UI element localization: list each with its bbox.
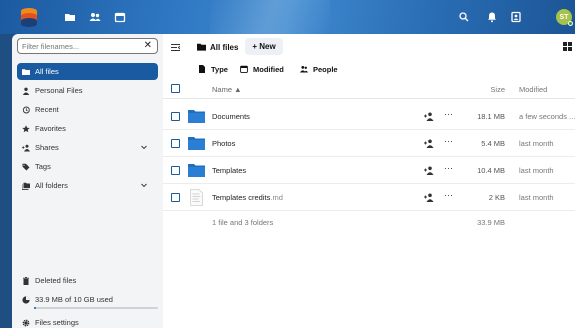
file-row[interactable]: Photos ··· 5.4 MB last month [163, 130, 575, 157]
file-name[interactable]: Documents [212, 112, 250, 121]
file-list-summary: 1 file and 3 folders 33.9 MB [212, 218, 505, 227]
history-icon [22, 106, 30, 113]
contacts-menu-icon[interactable] [510, 11, 522, 23]
row-checkbox[interactable] [171, 139, 180, 148]
share-icon [22, 144, 30, 151]
file-size: 10.4 MB [477, 166, 505, 175]
file-name[interactable]: Photos [212, 139, 235, 148]
file-size: 2 KB [488, 193, 505, 202]
calendar-app-icon[interactable] [114, 11, 126, 23]
sidebar-item-files-settings[interactable]: Files settings [17, 314, 158, 328]
trash-icon [23, 276, 29, 285]
sidebar-item-shares[interactable]: Shares [17, 139, 158, 156]
file-modified: last month [519, 139, 554, 148]
file-list-area: All files + New Type Modified People Nam… [163, 34, 575, 328]
file-row[interactable]: Documents ··· 18.1 MB a few seconds ... [163, 103, 575, 130]
column-name[interactable]: Name ▲ [212, 85, 242, 94]
people-icon [300, 66, 308, 73]
sidebar-item-deleted-files[interactable]: Deleted files [17, 272, 158, 289]
notifications-bell-icon[interactable] [486, 11, 498, 23]
file-modified: a few seconds ... [519, 112, 575, 121]
share-icon[interactable] [424, 193, 434, 202]
text-file-icon [190, 189, 203, 206]
sort-ascending-icon: ▲ [234, 85, 242, 94]
sidebar-item-all-files[interactable]: All files [17, 63, 158, 80]
row-checkbox[interactable] [171, 166, 180, 175]
filter-filenames-input[interactable] [22, 41, 140, 51]
storage-quota[interactable]: 33.9 MB of 10 GB used [17, 291, 158, 308]
file-name[interactable]: Templates [212, 166, 246, 175]
more-actions-icon[interactable]: ··· [444, 109, 453, 119]
file-size: 5.4 MB [481, 139, 505, 148]
row-checkbox[interactable] [171, 112, 180, 121]
grid-view-icon[interactable] [563, 42, 572, 51]
select-all-checkbox[interactable] [171, 84, 180, 93]
search-icon[interactable] [458, 11, 470, 23]
tag-icon [22, 163, 30, 170]
share-icon[interactable] [424, 139, 434, 148]
sidebar-item-favorites[interactable]: Favorites [17, 120, 158, 137]
calendar-icon [240, 65, 248, 73]
folder-icon [188, 137, 205, 150]
status-online-dot [568, 21, 573, 26]
folder-icon [22, 68, 30, 75]
folder-icon [188, 164, 205, 177]
column-modified[interactable]: Modified [519, 85, 547, 94]
clear-filter-icon[interactable]: ✕ [144, 40, 152, 52]
chevron-down-icon[interactable] [140, 143, 148, 151]
file-row[interactable]: Templates credits.md ··· 2 KB last month [163, 184, 575, 211]
app-logo-icon[interactable] [20, 7, 38, 27]
more-actions-icon[interactable]: ··· [444, 136, 453, 146]
pie-chart-icon [22, 295, 30, 304]
file-list-header: Name ▲ Size Modified [163, 79, 575, 99]
user-avatar[interactable]: ST [556, 9, 573, 26]
column-size[interactable]: Size [490, 85, 505, 94]
file-modified: last month [519, 193, 554, 202]
folder-icon [197, 43, 206, 51]
file-name[interactable]: Templates credits.md [212, 193, 283, 202]
gear-icon [22, 319, 30, 326]
top-header: ST [0, 0, 575, 34]
row-checkbox[interactable] [171, 193, 180, 202]
folder-multiple-icon [22, 182, 30, 190]
storage-quota-bar [34, 307, 158, 309]
filter-people[interactable]: People [300, 63, 338, 75]
file-row[interactable]: Templates ··· 10.4 MB last month [163, 157, 575, 184]
folder-icon [188, 110, 205, 123]
share-icon[interactable] [424, 112, 434, 121]
filter-filenames-field: ✕ [17, 38, 158, 54]
filter-type[interactable]: Type [198, 63, 228, 75]
new-button[interactable]: + New [245, 38, 283, 55]
more-actions-icon[interactable]: ··· [444, 163, 453, 173]
navigation-sidebar: ✕ All files Personal Files Recent Favori… [12, 34, 163, 328]
sidebar-item-recent[interactable]: Recent [17, 101, 158, 118]
breadcrumb-all-files[interactable]: All files [197, 39, 238, 55]
chevron-down-icon[interactable] [140, 181, 148, 189]
file-icon [199, 65, 205, 73]
contacts-app-icon[interactable] [89, 11, 101, 23]
more-actions-icon[interactable]: ··· [444, 190, 453, 200]
toggle-navigation-icon[interactable] [171, 43, 180, 52]
star-icon [22, 124, 30, 132]
filter-modified[interactable]: Modified [240, 63, 284, 75]
files-app-icon[interactable] [64, 11, 76, 23]
file-modified: last month [519, 166, 554, 175]
share-icon[interactable] [424, 166, 434, 175]
sidebar-item-all-folders[interactable]: All folders [17, 177, 158, 194]
sidebar-item-tags[interactable]: Tags [17, 158, 158, 175]
user-icon [22, 87, 30, 95]
file-size: 18.1 MB [477, 112, 505, 121]
sidebar-item-personal-files[interactable]: Personal Files [17, 82, 158, 99]
